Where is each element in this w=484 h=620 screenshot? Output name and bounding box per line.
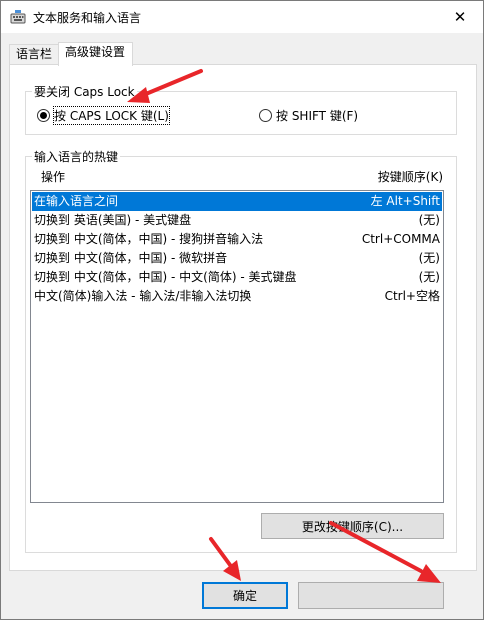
tab-language-bar[interactable]: 语言栏: [9, 44, 59, 65]
tab-label: 高级键设置: [65, 45, 126, 59]
column-header-action: 操作: [41, 170, 66, 184]
cancel-button[interactable]: [298, 582, 444, 609]
list-item-action: 切换到 中文(简体，中国) - 搜狗拼音输入法: [34, 232, 264, 246]
radio-shift-label: 按 SHIFT 键(F): [276, 109, 359, 123]
change-key-sequence-label: 更改按键顺序(C)...: [301, 519, 404, 534]
list-item[interactable]: 切换到 中文(简体，中国) - 搜狗拼音输入法 Ctrl+COMMA: [32, 230, 442, 249]
close-button[interactable]: ✕: [437, 1, 483, 32]
ok-button-label: 确定: [232, 589, 257, 603]
radio-unchecked-icon: [259, 109, 272, 122]
close-icon: ✕: [453, 7, 467, 26]
list-item[interactable]: 在输入语言之间 左 Alt+Shift: [32, 192, 442, 211]
tab-advanced-key-settings[interactable]: 高级键设置: [58, 42, 133, 66]
caps-lock-group-label: 要关闭 Caps Lock: [32, 83, 137, 100]
list-item-action: 切换到 中文(简体，中国) - 中文(简体) - 美式键盘: [34, 270, 297, 284]
radio-shift[interactable]: 按 SHIFT 键(F): [259, 107, 358, 124]
list-item-action: 中文(简体)输入法 - 输入法/非输入法切换: [34, 289, 252, 303]
list-item-action: 在输入语言之间: [34, 194, 119, 208]
change-key-sequence-button[interactable]: 更改按键顺序(C)...: [261, 513, 444, 539]
tab-label: 语言栏: [16, 47, 53, 61]
keyboard-icon: [10, 9, 26, 25]
radio-caps-lock-label: 按 CAPS LOCK 键(L): [53, 106, 170, 125]
ok-button[interactable]: 确定: [202, 582, 288, 609]
list-item[interactable]: 切换到 中文(简体，中国) - 微软拼音 (无): [32, 249, 442, 268]
title-bar: 文本服务和输入语言 ✕: [1, 1, 483, 33]
list-item-action: 切换到 英语(美国) - 美式键盘: [34, 213, 192, 227]
list-item-hotkey: (无): [418, 213, 440, 227]
list-item[interactable]: 切换到 中文(简体，中国) - 中文(简体) - 美式键盘 (无): [32, 268, 442, 287]
list-item-hotkey: (无): [418, 251, 440, 265]
list-item[interactable]: 切换到 英语(美国) - 美式键盘 (无): [32, 211, 442, 230]
list-item-hotkey: Ctrl+空格: [384, 289, 440, 303]
list-item[interactable]: 中文(简体)输入法 - 输入法/非输入法切换 Ctrl+空格: [32, 287, 442, 306]
list-item-hotkey: Ctrl+COMMA: [361, 232, 440, 246]
list-item-hotkey: (无): [418, 270, 440, 284]
hotkey-group-label: 输入语言的热键: [32, 148, 121, 165]
window-title: 文本服务和输入语言: [33, 11, 142, 25]
column-header-key-sequence: 按键顺序(K): [377, 170, 443, 184]
dialog-window: 文本服务和输入语言 ✕ 语言栏 高级键设置 要关闭 Caps Lock 按 CA…: [0, 0, 484, 620]
list-item-hotkey: 左 Alt+Shift: [370, 194, 440, 208]
radio-checked-icon: [37, 109, 50, 122]
radio-caps-lock[interactable]: 按 CAPS LOCK 键(L): [37, 106, 170, 125]
list-item-action: 切换到 中文(简体，中国) - 微软拼音: [34, 251, 228, 265]
hotkey-list[interactable]: 在输入语言之间 左 Alt+Shift 切换到 英语(美国) - 美式键盘 (无…: [30, 190, 444, 503]
